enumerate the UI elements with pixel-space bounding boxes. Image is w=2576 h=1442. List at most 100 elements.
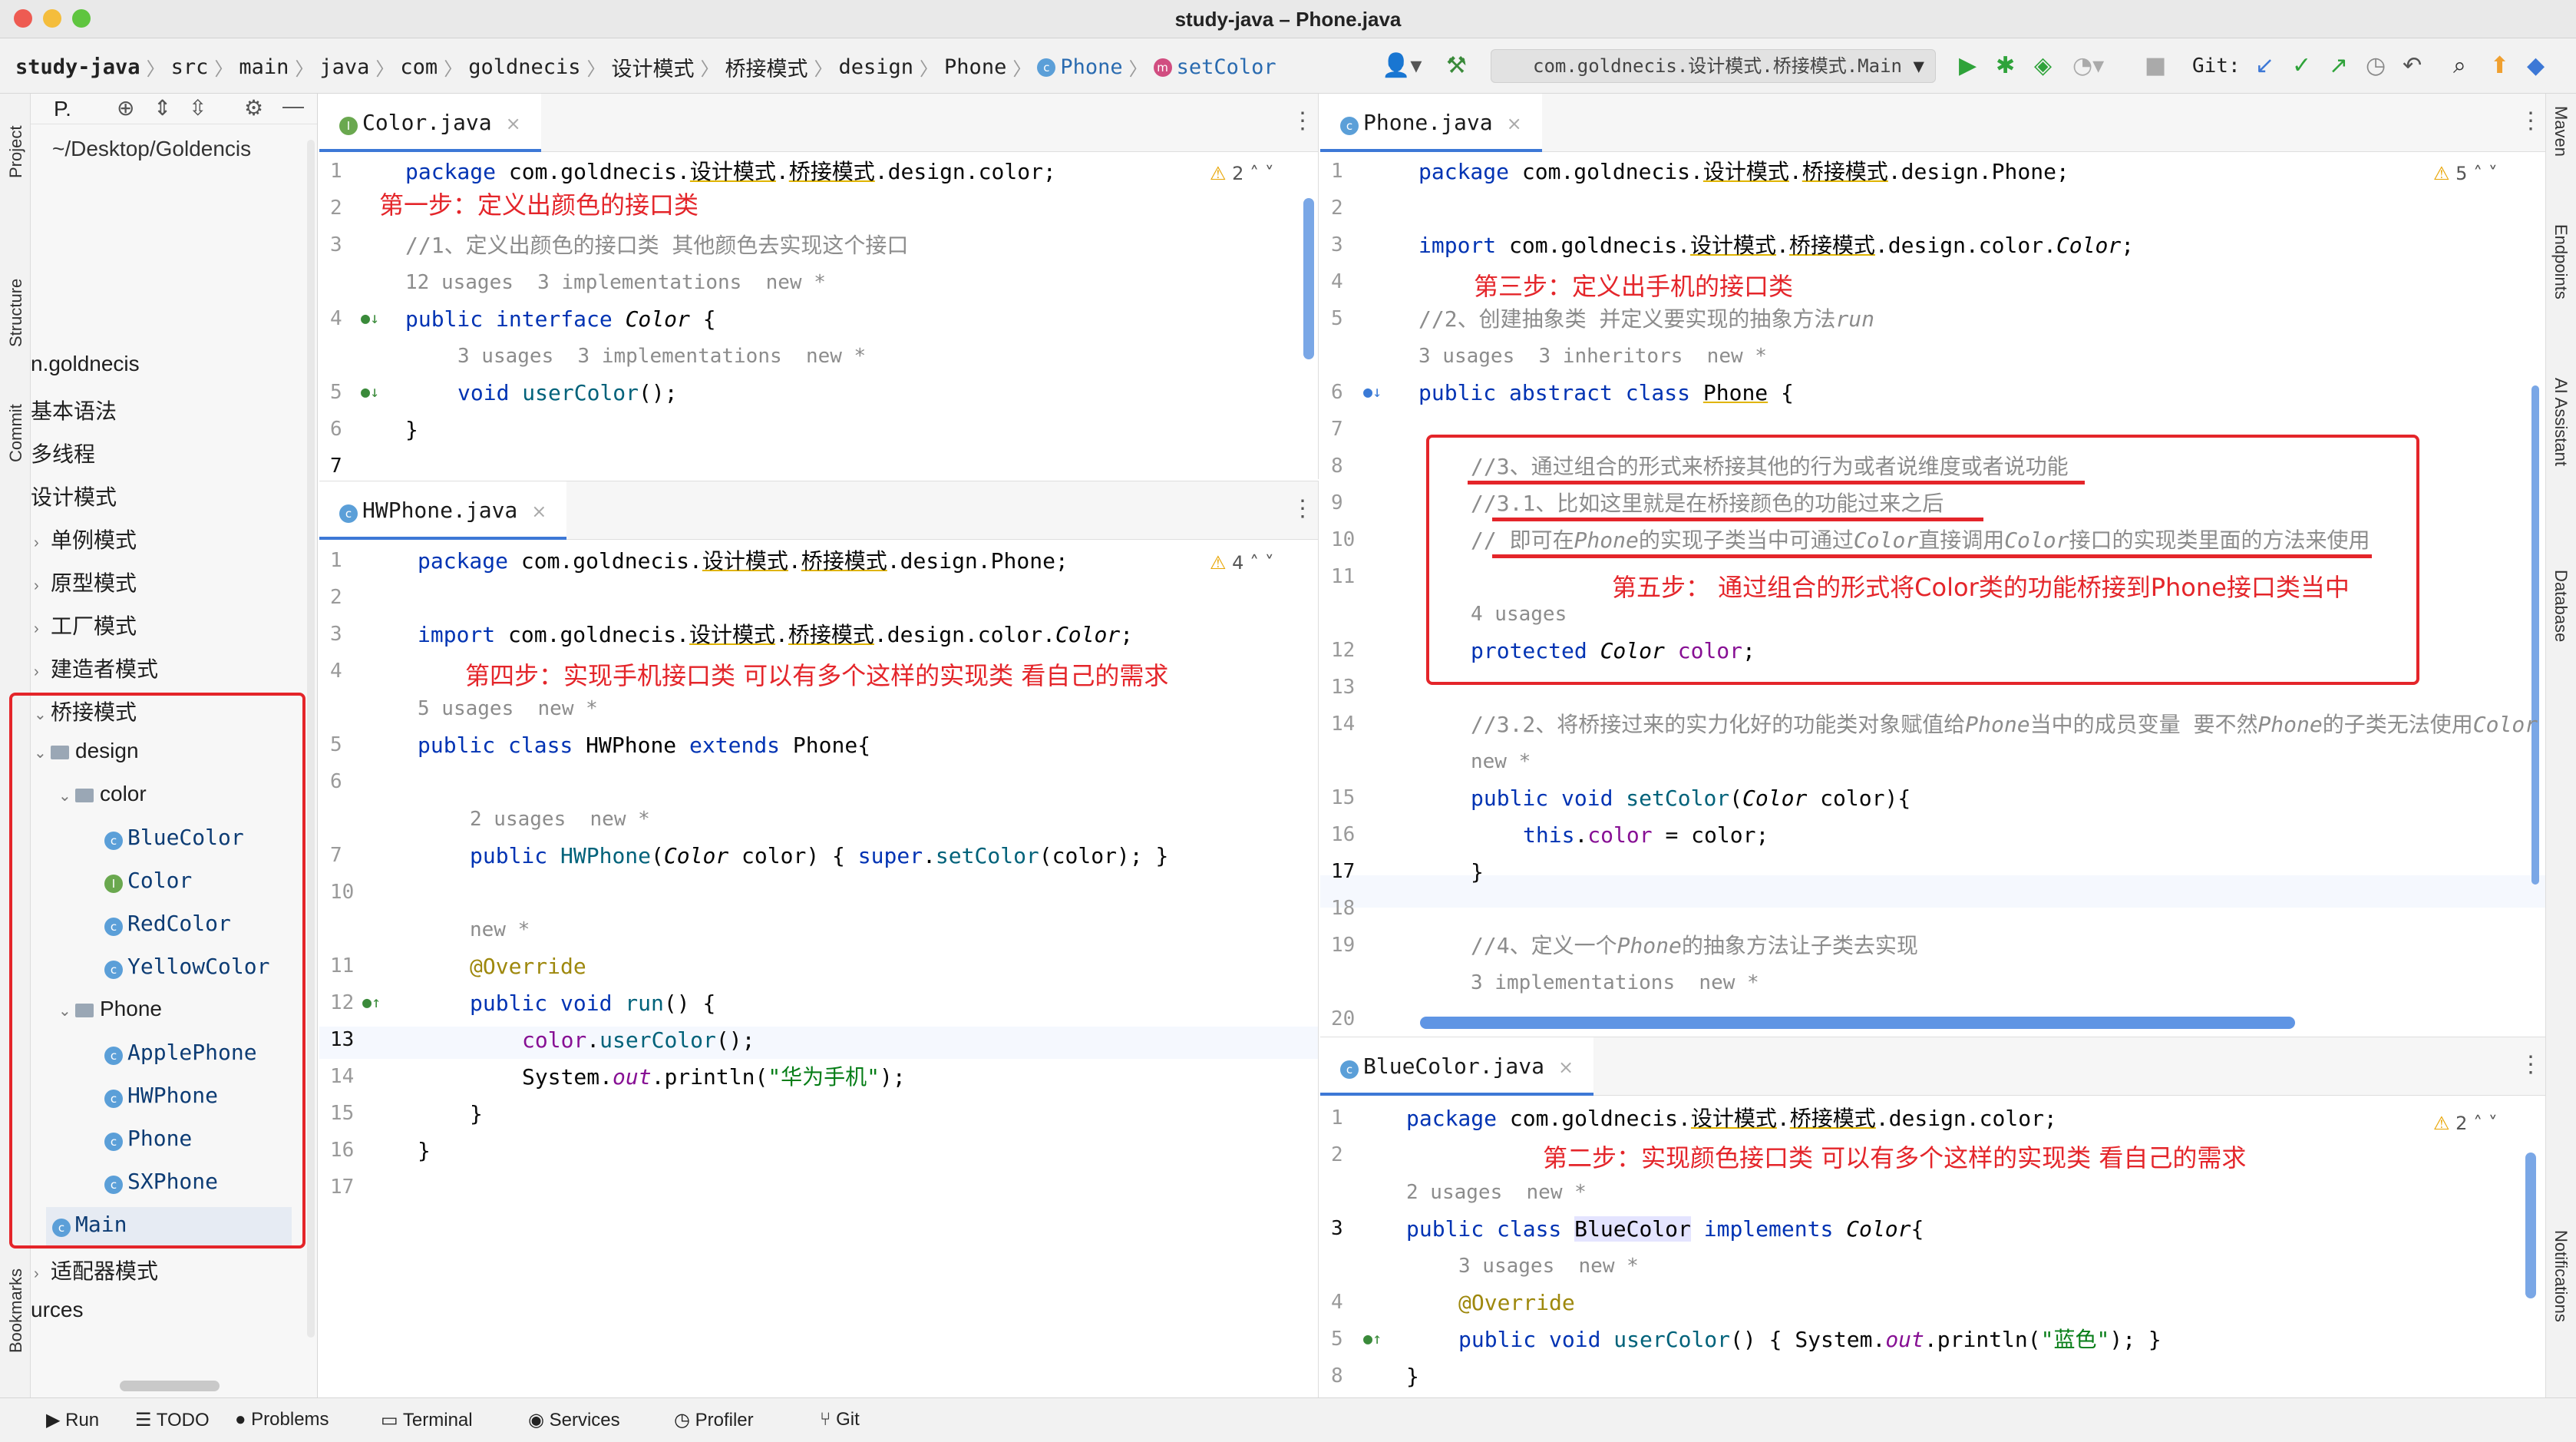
todo-tool-button[interactable]: ☰ TODO	[135, 1409, 210, 1431]
editor-scrollbar[interactable]	[2531, 385, 2539, 885]
code-line[interactable]: public class BlueColor implements Color{	[1406, 1214, 1924, 1245]
override-gutter-icon[interactable]: ●↑	[1363, 1329, 1382, 1348]
tab-bluecolor-java[interactable]: c BlueColor.java ×	[1320, 1037, 1594, 1096]
code-comment[interactable]: //2、创建抽象类 并定义要实现的抽象方法run	[1418, 304, 1874, 335]
breadcrumb-item[interactable]: 设计模式	[612, 52, 695, 82]
code-line[interactable]: package com.goldnecis.设计模式.桥接模式.design.P…	[418, 546, 1068, 577]
breadcrumb-item[interactable]: Phone	[1060, 55, 1122, 79]
inlay-hint[interactable]: 3 usages new *	[1458, 1251, 1639, 1282]
implemented-gutter-icon[interactable]: ●↓	[361, 309, 379, 327]
database-tool-tab[interactable]: Database	[2551, 570, 2571, 642]
breadcrumb-item[interactable]: java	[319, 55, 369, 79]
warning-count[interactable]: ⚠ 2 ˄ ˅	[1210, 163, 1274, 184]
more-options-icon[interactable]: ⋮	[1291, 107, 1314, 134]
code-line[interactable]: public class HWPhone extends Phone{	[418, 730, 870, 761]
code-line[interactable]: }	[418, 1136, 431, 1166]
gear-icon[interactable]: ⚙	[244, 95, 263, 121]
more-options-icon[interactable]: ⋮	[2519, 1051, 2542, 1078]
code-line[interactable]: }	[1471, 857, 1484, 888]
services-tool-button[interactable]: ◉ Services	[528, 1409, 620, 1431]
code-line[interactable]: System.out.println("华为手机");	[522, 1062, 906, 1093]
inlay-hint[interactable]: 3 implementations new *	[1471, 967, 1759, 998]
inlay-hint[interactable]: 3 usages 3 inheritors new *	[1418, 341, 1767, 372]
breadcrumb-item[interactable]: 桥接模式	[725, 52, 808, 82]
git-rollback-icon[interactable]: ↶	[2403, 51, 2422, 81]
terminal-tool-button[interactable]: ▭ Terminal	[381, 1409, 473, 1431]
git-tool-button[interactable]: ⑂ Git	[820, 1409, 860, 1430]
search-icon[interactable]: ⌕	[2453, 51, 2466, 81]
code-line[interactable]: }	[1406, 1361, 1419, 1392]
tab-color-java[interactable]: I Color.java ×	[319, 94, 541, 152]
git-push-icon[interactable]: ↗	[2329, 51, 2348, 81]
code-comment[interactable]: //1、定义出颜色的接口类 其他颜色去实现这个接口	[405, 230, 908, 261]
project-tool-tab[interactable]: Project	[6, 126, 26, 178]
close-tab-icon[interactable]: ×	[1558, 1057, 1574, 1078]
updates-icon[interactable]: ⬆	[2490, 51, 2509, 81]
horizontal-scrollbar[interactable]	[120, 1381, 220, 1391]
tab-phone-java[interactable]: c Phone.java ×	[1320, 94, 1542, 152]
tree-item[interactable]: 设计模式	[31, 481, 117, 511]
override-gutter-icon[interactable]: ●↑	[362, 993, 381, 1011]
endpoints-tool-tab[interactable]: Endpoints	[2551, 224, 2571, 299]
debug-bug-icon[interactable]: ✱	[1996, 51, 2015, 81]
code-line[interactable]: @Override	[470, 951, 586, 982]
project-scrollbar[interactable]	[307, 140, 315, 1338]
breadcrumb-item[interactable]: design	[839, 55, 914, 79]
bookmarks-tool-tab[interactable]: Bookmarks	[6, 1268, 26, 1353]
code-comment[interactable]: //4、定义一个Phone的抽象方法让子类去实现	[1471, 931, 1918, 961]
hide-panel-icon[interactable]: —	[282, 94, 304, 118]
code-line[interactable]: public void userColor() { System.out.pri…	[1458, 1325, 2162, 1355]
code-line[interactable]: import com.goldnecis.设计模式.桥接模式.design.co…	[418, 620, 1133, 650]
maven-tool-tab[interactable]: Maven	[2551, 106, 2571, 157]
tab-hwphone-java[interactable]: c HWPhone.java ×	[319, 481, 567, 540]
git-update-icon[interactable]: ↙	[2255, 51, 2274, 81]
code-line[interactable]: package com.goldnecis.设计模式.桥接模式.design.c…	[1406, 1103, 2057, 1134]
code-line[interactable]: package com.goldnecis.设计模式.桥接模式.design.P…	[1418, 157, 2069, 187]
warning-count[interactable]: ⚠ 5 ˄ ˅	[2433, 163, 2498, 184]
more-options-icon[interactable]: ⋮	[1291, 495, 1314, 522]
git-commit-icon[interactable]: ✓	[2292, 51, 2311, 81]
code-line[interactable]: public HWPhone(Color color) { super.setC…	[470, 841, 1168, 871]
more-options-icon[interactable]: ⋮	[2519, 107, 2542, 134]
code-line[interactable]: package com.goldnecis.设计模式.桥接模式.design.c…	[405, 157, 1056, 187]
locate-icon[interactable]: ⊕	[117, 95, 134, 121]
code-line[interactable]: void userColor();	[457, 378, 678, 408]
build-hammer-icon[interactable]: ⚒	[1446, 51, 1467, 81]
code-line[interactable]: public abstract class Phone {	[1418, 378, 1794, 408]
editor-scrollbar[interactable]	[1303, 198, 1314, 359]
tree-item[interactable]: › 工厂模式	[34, 610, 137, 640]
problems-tool-button[interactable]: ● Problems	[235, 1409, 329, 1430]
inlay-hint[interactable]: new *	[1471, 746, 1531, 777]
close-tab-icon[interactable]: ×	[531, 501, 547, 522]
breadcrumb-item[interactable]: setColor	[1177, 55, 1276, 79]
structure-tool-tab[interactable]: Structure	[6, 279, 26, 347]
editor-scrollbar[interactable]	[2525, 1153, 2536, 1298]
project-view-select[interactable]: P.	[54, 97, 71, 121]
horizontal-scrollbar[interactable]	[1420, 1017, 2295, 1029]
inlay-hint[interactable]: 5 usages new *	[418, 693, 598, 724]
warning-count[interactable]: ⚠ 4 ˄ ˅	[1210, 552, 1274, 574]
code-line[interactable]: color.userColor();	[522, 1025, 755, 1056]
code-comment[interactable]: //3.2、将桥接过来的实力化好的功能类对象赋值给Phone当中的成员变量 要不…	[1471, 709, 2538, 740]
breadcrumb-item[interactable]: com	[400, 55, 438, 79]
breadcrumb-item[interactable]: Phone	[944, 55, 1006, 79]
implemented-gutter-icon[interactable]: ●↓	[361, 382, 379, 401]
tree-item[interactable]: urces	[31, 1298, 83, 1322]
notifications-tool-tab[interactable]: Notifications	[2551, 1230, 2571, 1322]
code-line[interactable]: this.color = color;	[1523, 820, 1769, 851]
tree-item[interactable]: › 建造者模式	[34, 653, 158, 683]
inlay-hint[interactable]: new *	[470, 914, 530, 945]
ai-assistant-tool-tab[interactable]: AI Assistant	[2551, 378, 2571, 466]
breadcrumb-item[interactable]: goldnecis	[468, 55, 580, 79]
tree-item[interactable]: n.goldnecis	[31, 352, 140, 376]
run-icon[interactable]: ▶	[1959, 51, 1977, 81]
close-tab-icon[interactable]: ×	[506, 113, 521, 134]
expand-all-icon[interactable]: ⇕	[154, 95, 171, 121]
run-configuration-select[interactable]: com.goldnecis.设计模式.桥接模式.Main ▼	[1491, 49, 1936, 83]
inlay-hint[interactable]: 3 usages 3 implementations new *	[457, 341, 866, 372]
commit-tool-tab[interactable]: Commit	[6, 404, 26, 462]
code-line[interactable]: }	[470, 1099, 483, 1129]
git-history-icon[interactable]: ◷	[2366, 51, 2386, 81]
run-tool-button[interactable]: ▶ Run	[46, 1409, 99, 1431]
profile-icon[interactable]: ◔▾	[2072, 51, 2104, 81]
